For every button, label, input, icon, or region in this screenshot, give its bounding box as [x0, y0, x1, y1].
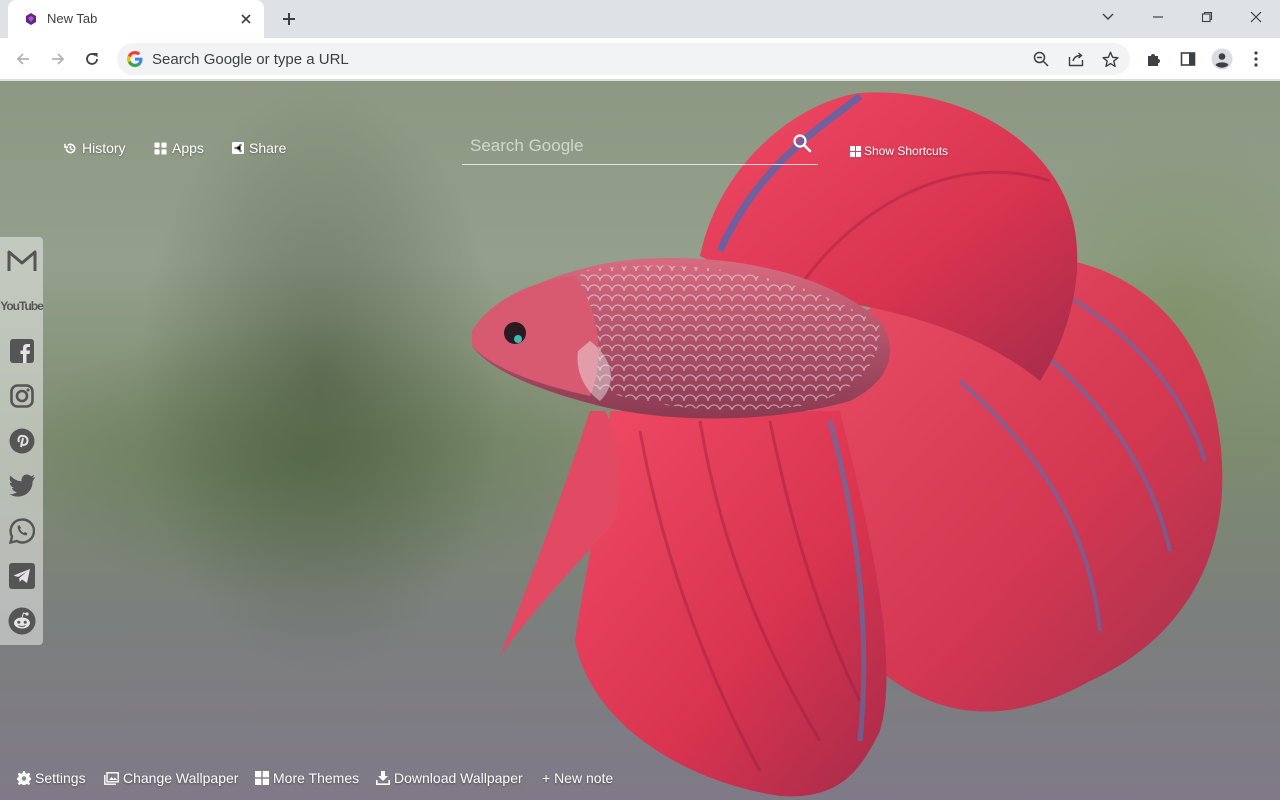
extension-favicon-icon	[26, 13, 36, 25]
pinterest-icon[interactable]	[6, 425, 37, 456]
tab-close-icon[interactable]	[236, 9, 256, 29]
side-panel-icon[interactable]	[1172, 43, 1204, 75]
menu-kebab-icon[interactable]	[1240, 43, 1272, 75]
reload-icon[interactable]	[76, 43, 108, 75]
zoom-icon[interactable]	[1031, 49, 1051, 69]
social-sidebar: YouTube	[0, 237, 44, 645]
back-arrow-icon[interactable]	[7, 43, 39, 75]
google-search-input[interactable]	[470, 133, 790, 159]
youtube-label: YouTube	[0, 298, 44, 313]
apps-grid-icon	[154, 141, 167, 155]
share-page-icon[interactable]	[1066, 49, 1086, 69]
new-note-button[interactable]: + New note	[542, 767, 613, 789]
apps-link[interactable]: Apps	[154, 140, 204, 156]
themes-grid-icon	[255, 771, 269, 785]
facebook-icon[interactable]	[6, 335, 37, 366]
twitter-icon[interactable]	[6, 470, 37, 501]
settings-label: Settings	[35, 770, 86, 786]
tab-strip: New Tab	[0, 0, 1280, 38]
apps-label: Apps	[172, 140, 204, 156]
instagram-icon[interactable]	[6, 380, 37, 411]
browser-toolbar: Search Google or type a URL	[0, 38, 1280, 80]
new-tab-page: History Apps Share Show Shortcuts YouTub…	[0, 81, 1280, 800]
show-shortcuts-label: Show Shortcuts	[864, 144, 949, 158]
download-icon	[376, 771, 390, 785]
betta-fish-wallpaper	[472, 92, 1223, 797]
whatsapp-icon[interactable]	[6, 515, 37, 546]
gear-icon	[17, 771, 31, 785]
gmail-icon[interactable]	[6, 245, 37, 276]
reddit-icon[interactable]	[6, 605, 37, 636]
history-label: History	[82, 140, 126, 156]
google-g-icon	[127, 51, 143, 67]
tab-search-chevron-icon[interactable]	[1092, 4, 1124, 30]
address-bar[interactable]: Search Google or type a URL	[117, 43, 1130, 75]
download-wallpaper-label: Download Wallpaper	[394, 770, 523, 786]
history-icon	[64, 143, 76, 153]
forward-arrow-icon[interactable]	[42, 43, 74, 75]
minimize-icon[interactable]	[1142, 4, 1174, 30]
settings-button[interactable]: Settings	[17, 767, 86, 789]
tab-new-tab[interactable]: New Tab	[8, 0, 264, 38]
youtube-icon[interactable]: YouTube	[0, 290, 44, 321]
telegram-icon[interactable]	[6, 560, 37, 591]
download-wallpaper-button[interactable]: Download Wallpaper	[376, 767, 523, 789]
change-wallpaper-label: Change Wallpaper	[123, 770, 239, 786]
share-icon	[232, 142, 244, 154]
history-link[interactable]: History	[64, 140, 126, 156]
restore-icon[interactable]	[1191, 4, 1223, 30]
share-label: Share	[249, 140, 287, 156]
profile-avatar-icon[interactable]	[1206, 43, 1238, 75]
new-tab-plus-icon[interactable]	[277, 7, 301, 31]
close-window-icon[interactable]	[1240, 4, 1272, 30]
tab-title: New Tab	[47, 11, 98, 26]
shortcuts-grid-icon	[850, 145, 861, 157]
change-wallpaper-button[interactable]: Change Wallpaper	[104, 767, 238, 789]
more-themes-button[interactable]: More Themes	[255, 767, 359, 789]
search-icon[interactable]	[792, 133, 812, 153]
extensions-puzzle-icon[interactable]	[1138, 43, 1170, 75]
new-note-label: + New note	[542, 770, 614, 786]
address-bar-placeholder: Search Google or type a URL	[152, 51, 349, 68]
google-search-box	[462, 127, 818, 165]
image-icon	[104, 771, 119, 785]
more-themes-label: More Themes	[273, 770, 360, 786]
show-shortcuts-button[interactable]: Show Shortcuts	[850, 144, 948, 158]
share-link[interactable]: Share	[232, 140, 286, 156]
bookmark-star-icon[interactable]	[1100, 49, 1120, 69]
